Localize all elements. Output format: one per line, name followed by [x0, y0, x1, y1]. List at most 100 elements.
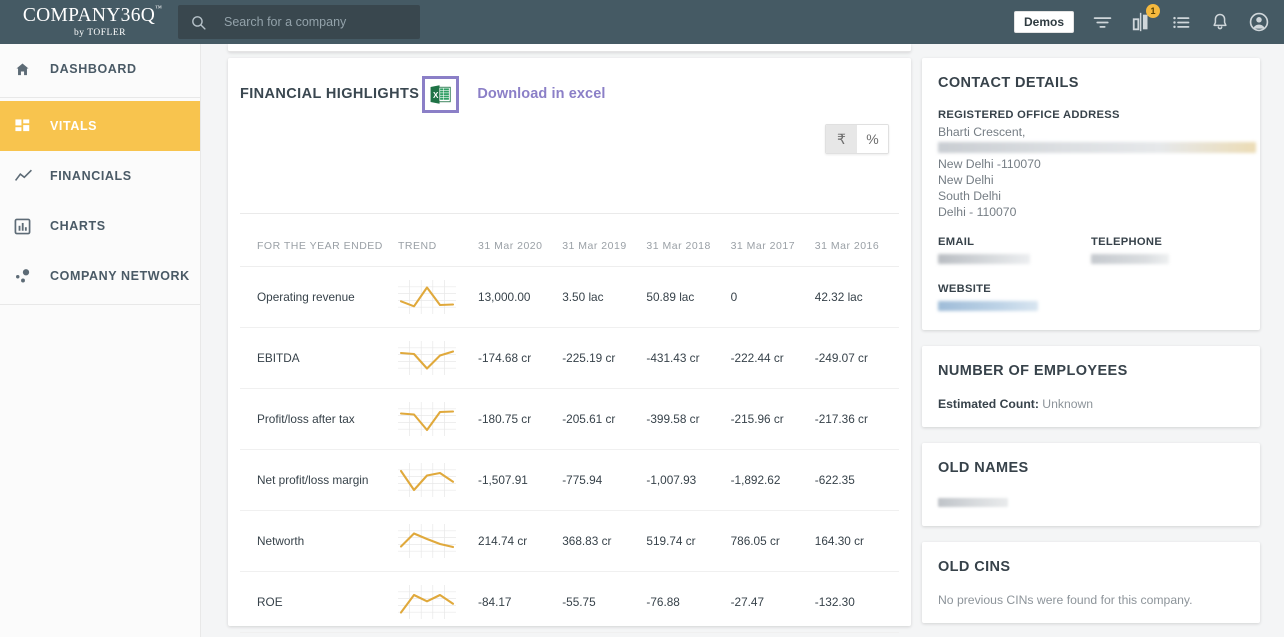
table-cell-value: -775.94 — [562, 449, 647, 511]
sidebar-item-company-network[interactable]: COMPANY NETWORK — [0, 251, 200, 301]
dashboard-grid-icon — [14, 118, 38, 135]
number-of-employees-title: NUMBER OF EMPLOYEES — [938, 363, 1128, 379]
table-cell-value: -431.43 cr — [646, 327, 731, 389]
excel-download-icon-button[interactable]: X — [422, 75, 460, 113]
table-header: FOR THE YEAR ENDED TREND 31 Mar 2020 31 … — [240, 228, 899, 267]
sidebar-item-dashboard[interactable]: DASHBOARD — [0, 44, 200, 94]
row-label: Profit/loss after tax — [240, 388, 398, 450]
bar-chart-icon — [14, 218, 38, 235]
financial-highlights-table: FOR THE YEAR ENDED TREND 31 Mar 2020 31 … — [240, 228, 899, 637]
account-circle-icon[interactable] — [1248, 11, 1270, 33]
download-in-excel-link[interactable]: Download in excel — [477, 86, 605, 102]
table-cell-value: 786.05 cr — [730, 510, 815, 572]
sidebar-navigation: DASHBOARD VITALS FINANCIALS CHARTS COMPA… — [0, 44, 201, 637]
telephone-block: TELEPHONE — [1091, 236, 1244, 267]
sparkline-chart — [397, 585, 456, 619]
table-cell-value: -1,007.93 — [646, 449, 731, 511]
table-cell-value: -76.88 — [646, 571, 731, 633]
table-cell-value: 4.00 — [646, 632, 731, 637]
old-cins-title: OLD CINS — [938, 559, 1011, 575]
old-cins-card: OLD CINS No previous CINs were found for… — [922, 542, 1260, 623]
number-of-employees-card: NUMBER OF EMPLOYEES Estimated Count: Unk… — [922, 346, 1260, 427]
account-circle-icon-glyph — [1249, 12, 1269, 32]
table-cell-value: 0 — [730, 266, 815, 328]
search-box[interactable] — [178, 5, 420, 39]
table-cell-value: -180.75 cr — [478, 388, 563, 450]
website-redacted — [938, 301, 1038, 311]
table-cell-value: -1,892.62 — [730, 449, 815, 511]
email-value[interactable] — [938, 251, 1091, 267]
row-label: EBITDA — [240, 327, 398, 389]
table-cell-value: -225.19 cr — [562, 327, 647, 389]
filter-icon-glyph — [1093, 16, 1112, 28]
compare-chart-icon[interactable]: 1 — [1131, 4, 1160, 33]
telephone-label: TELEPHONE — [1091, 236, 1163, 248]
list-icon-glyph — [1173, 16, 1190, 28]
sparkline-chart — [397, 524, 456, 558]
table-cell-value: 519.74 cr — [646, 510, 731, 572]
right-info-column: CONTACT DETAILS REGISTERED OFFICE ADDRES… — [922, 58, 1260, 637]
top-bar-actions: Demos 1 — [1013, 4, 1284, 33]
table-cell-value: -399.58 cr — [646, 388, 731, 450]
trending-line-icon — [14, 167, 38, 186]
website-value[interactable] — [938, 298, 1244, 314]
table-cell-value: 164.30 cr — [814, 510, 899, 572]
demos-button[interactable]: Demos — [1013, 11, 1074, 33]
sidebar-item-vitals[interactable]: VITALS — [0, 101, 200, 151]
header-divider — [240, 213, 899, 214]
filter-icon[interactable] — [1092, 12, 1113, 33]
previous-card-edge — [228, 44, 911, 52]
old-cins-message: No previous CINs were found for this com… — [938, 593, 1193, 607]
sidebar-divider-bottom — [0, 304, 200, 305]
sidebar-item-financials-label: FINANCIALS — [50, 169, 132, 183]
list-icon[interactable] — [1171, 12, 1192, 33]
sidebar-item-financials[interactable]: FINANCIALS — [0, 151, 200, 201]
table-row: ROE -84.17 -55.75 -76.88 -27.47 -132.30 — [240, 571, 899, 633]
email-label: EMAIL — [938, 236, 975, 248]
telephone-value — [1091, 251, 1244, 267]
row-label: Net profit/loss margin — [240, 449, 398, 511]
column-header-year-ended: FOR THE YEAR ENDED — [240, 228, 398, 267]
table-row: Net profit/loss margin -1,507.91 -775.94 -1… — [240, 449, 899, 511]
contact-details-card: CONTACT DETAILS REGISTERED OFFICE ADDRES… — [922, 58, 1260, 330]
main-content-area: FINANCIAL HIGHLIGHTS X Download in excel — [201, 44, 1284, 637]
row-trend-sparkline — [397, 510, 479, 572]
sparkline-chart — [397, 463, 456, 497]
notification-bell-icon[interactable] — [1210, 12, 1230, 32]
table-cell-value: 0 — [478, 632, 563, 637]
row-trend-sparkline — [397, 327, 479, 389]
table-cell-value: -622.35 — [814, 449, 899, 511]
table-cell-value: -215.96 cr — [730, 388, 815, 450]
table-cell-value: -27.47 — [730, 571, 815, 633]
address-redacted — [938, 142, 1256, 153]
table-header-row: FOR THE YEAR ENDED TREND 31 Mar 2020 31 … — [240, 228, 899, 267]
table-cell-value: 42.32 lac — [814, 266, 899, 328]
search-input[interactable] — [224, 15, 404, 29]
estimated-count-label: Estimated Count: — [938, 397, 1039, 411]
column-header-trend: TREND — [397, 228, 479, 267]
registered-office-address-value: Bharti Crescent, New Delhi -110070 New D… — [938, 124, 1256, 220]
sparkline-chart — [397, 402, 456, 436]
contact-details-title: CONTACT DETAILS — [938, 75, 1079, 91]
top-navigation-bar: COMPANY36Q™ by TOFLER Demos 1 — [0, 0, 1284, 44]
table-cell-value: 0 — [562, 632, 647, 637]
old-name-redacted — [938, 498, 1008, 507]
address-line-2: New Delhi -110070 — [938, 157, 1041, 171]
sidebar-item-charts[interactable]: CHARTS — [0, 201, 200, 251]
row-trend-sparkline — [397, 388, 479, 450]
financial-highlights-card: FINANCIAL HIGHLIGHTS X Download in excel — [228, 58, 911, 637]
table-cell-value: 3.50 lac — [562, 266, 647, 328]
sidebar-item-dashboard-label: DASHBOARD — [50, 62, 137, 76]
telephone-redacted — [1091, 254, 1169, 264]
network-nodes-icon — [14, 267, 38, 285]
website-block: WEBSITE — [938, 283, 1244, 314]
percent-toggle[interactable]: % — [857, 125, 888, 153]
table-cell-value: -132.30 — [814, 571, 899, 633]
address-line-5: Delhi - 110070 — [938, 205, 1017, 219]
row-trend-sparkline — [397, 571, 479, 633]
brand-logo-main: COMPANY36Q ™ — [23, 5, 162, 26]
currency-rupee-toggle[interactable]: ₹ — [826, 125, 857, 153]
table-cell-value: 0 — [814, 632, 899, 637]
brand-logo[interactable]: COMPANY36Q ™ by TOFLER — [0, 0, 172, 44]
table-cell-value: 214.74 cr — [478, 510, 563, 572]
